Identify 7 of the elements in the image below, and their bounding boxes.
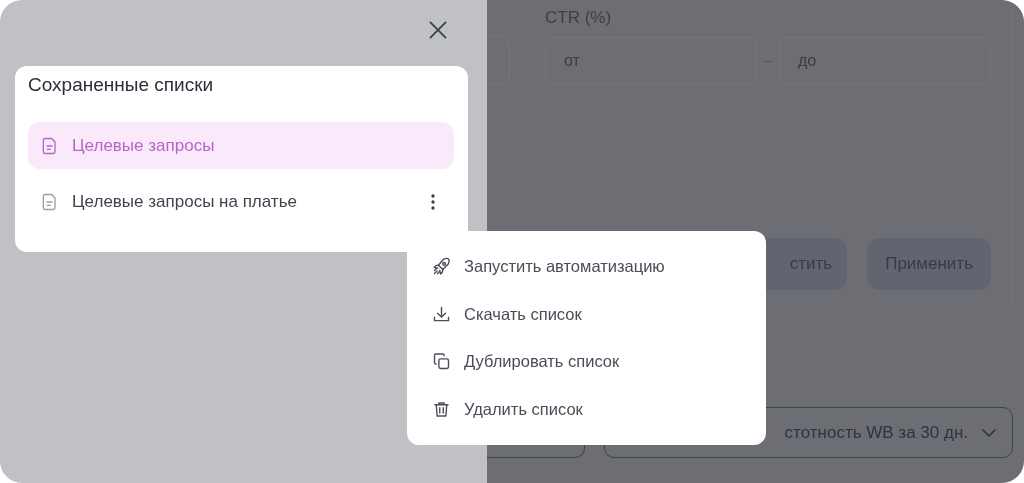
input-field[interactable] [487,36,510,85]
menu-item[interactable]: Скачать список [407,290,766,338]
chevron-down-icon [982,428,996,437]
rocket-icon [431,256,452,278]
card-title: Сохраненные списки [28,74,215,97]
menu-item[interactable]: Дублировать список [407,338,766,386]
saved-list-item[interactable]: Целевые запросы на платье [28,178,454,225]
